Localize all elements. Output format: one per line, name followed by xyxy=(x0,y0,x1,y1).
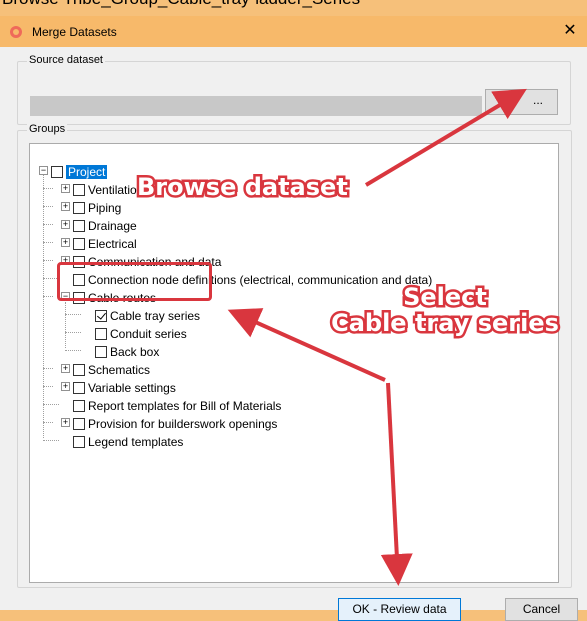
arrow-to-browse xyxy=(364,88,527,187)
annotation-arrows xyxy=(227,88,527,586)
arrow-to-cable-tray xyxy=(227,308,386,382)
arrow-to-ok xyxy=(380,382,413,586)
